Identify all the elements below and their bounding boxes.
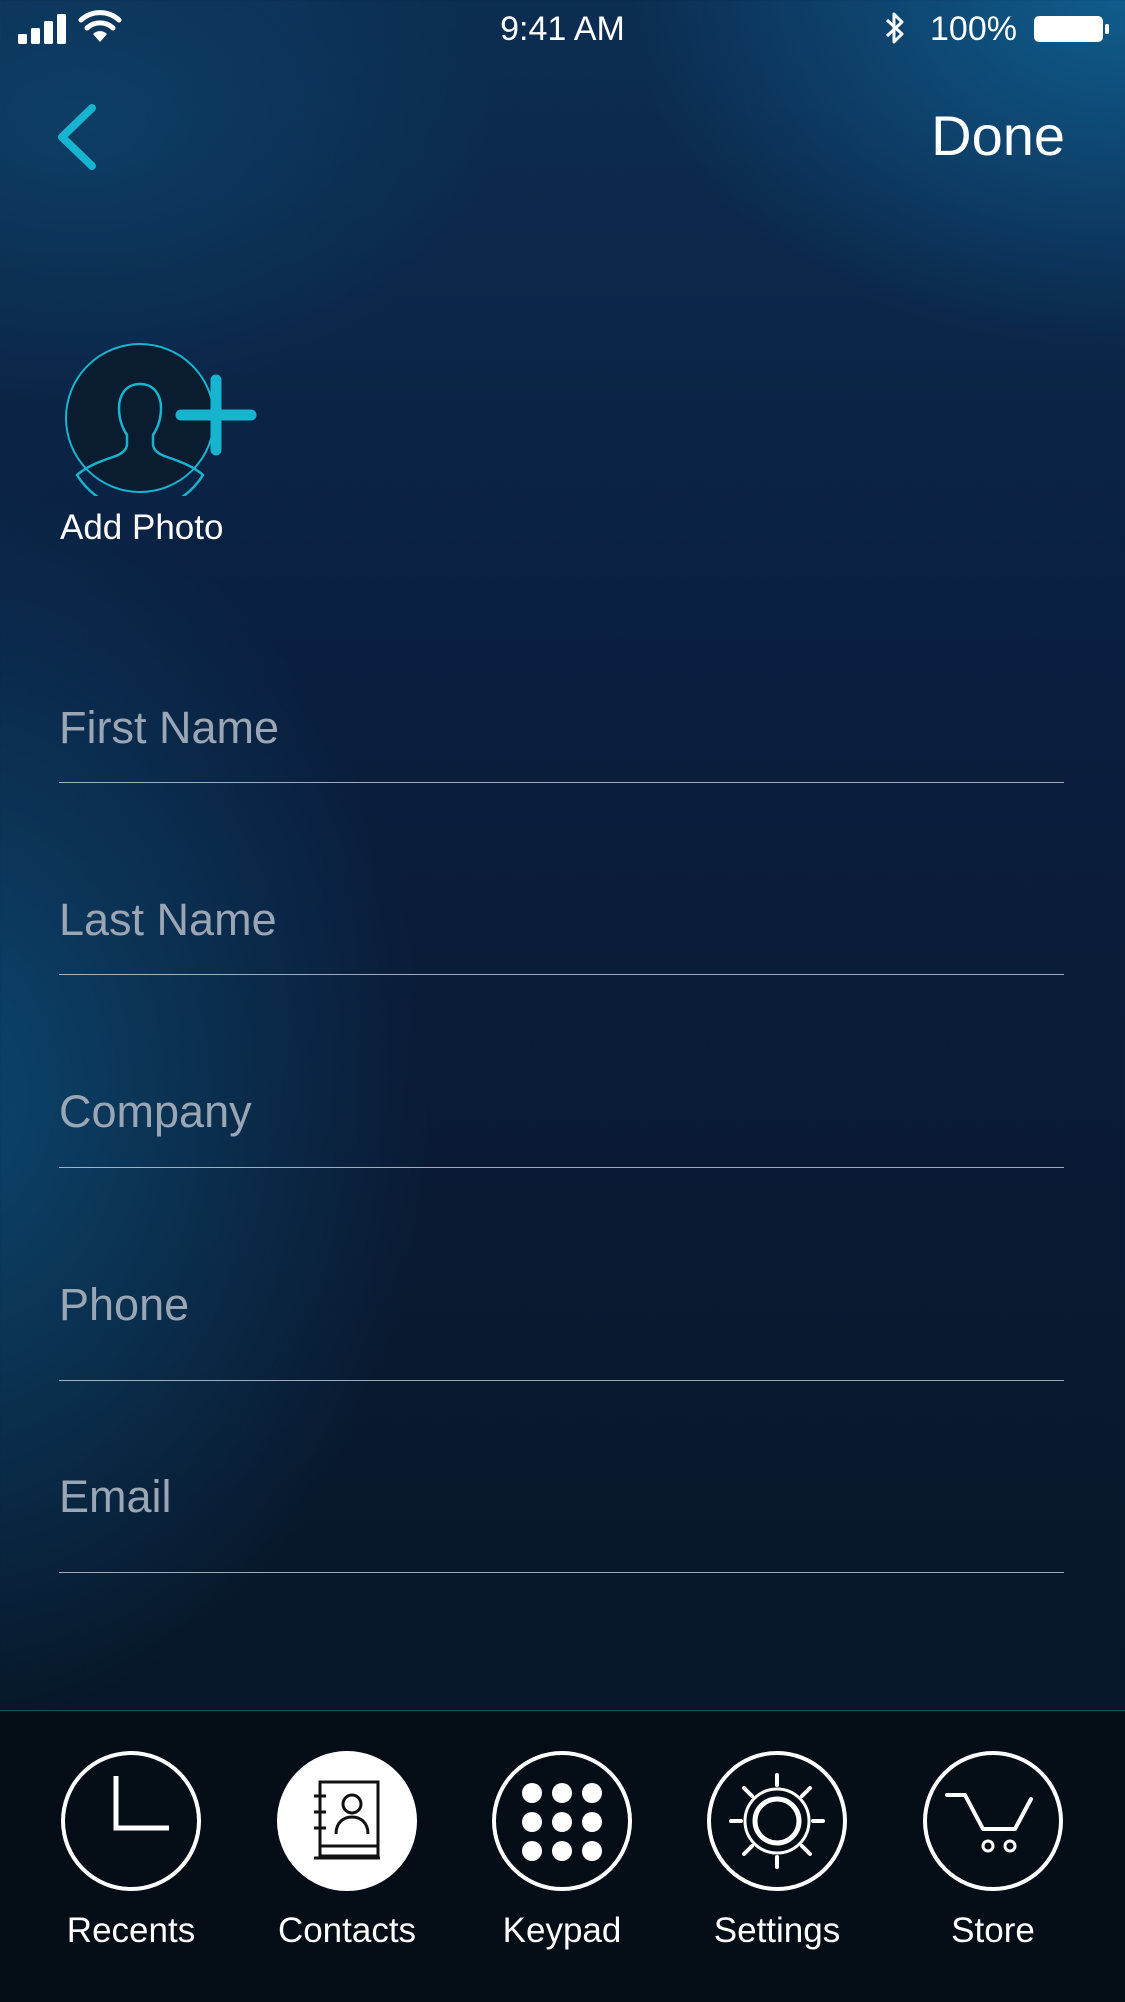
- battery-percent: 100%: [930, 10, 1017, 48]
- tab-store[interactable]: Store: [918, 1751, 1068, 1951]
- tab-settings[interactable]: Settings: [702, 1751, 852, 1951]
- keypad-icon: [522, 1783, 602, 1861]
- tab-keypad[interactable]: Keypad: [487, 1751, 637, 1951]
- tab-recents[interactable]: Recents: [56, 1751, 206, 1951]
- company-field[interactable]: Company: [59, 1084, 1064, 1168]
- phone-field[interactable]: Phone: [59, 1276, 1064, 1381]
- first-name-placeholder: First Name: [59, 702, 280, 753]
- tab-recents-label: Recents: [66, 1911, 196, 1950]
- back-button[interactable]: [50, 100, 110, 180]
- tab-contacts-circle: [277, 1751, 417, 1891]
- first-name-field[interactable]: First Name: [59, 700, 1064, 783]
- email-field[interactable]: Email: [59, 1470, 1064, 1573]
- cart-icon: [945, 1793, 1033, 1853]
- contacts-book-icon: [314, 1780, 380, 1860]
- avatar-placeholder: [65, 343, 257, 512]
- done-button[interactable]: Done: [931, 103, 1065, 168]
- bluetooth-icon: [885, 12, 904, 44]
- last-name-field[interactable]: Last Name: [59, 892, 1064, 975]
- last-name-placeholder: Last Name: [59, 894, 277, 945]
- add-photo-label: Add Photo: [60, 508, 224, 547]
- tab-store-circle: [923, 1751, 1063, 1891]
- tab-settings-circle: [707, 1751, 847, 1891]
- chevron-left-icon: [58, 104, 96, 170]
- battery-icon: [1034, 16, 1109, 42]
- tab-keypad-circle: [492, 1751, 632, 1891]
- clock-icon: [113, 1776, 169, 1831]
- gear-icon: [729, 1773, 825, 1869]
- tab-bar: Recents Contacts Keypad Settings Store: [0, 1710, 1125, 2002]
- tab-store-label: Store: [951, 1911, 1035, 1950]
- tab-settings-label: Settings: [713, 1911, 841, 1950]
- phone-placeholder: Phone: [59, 1279, 190, 1330]
- company-placeholder: Company: [59, 1086, 252, 1137]
- tab-contacts-label: Contacts: [277, 1911, 417, 1950]
- email-placeholder: Email: [59, 1471, 172, 1522]
- tab-contacts[interactable]: Contacts: [272, 1751, 422, 1951]
- tab-keypad-label: Keypad: [502, 1911, 622, 1950]
- tab-recents-circle: [61, 1751, 201, 1891]
- status-bar: 9:41 AM 100%: [0, 0, 1125, 58]
